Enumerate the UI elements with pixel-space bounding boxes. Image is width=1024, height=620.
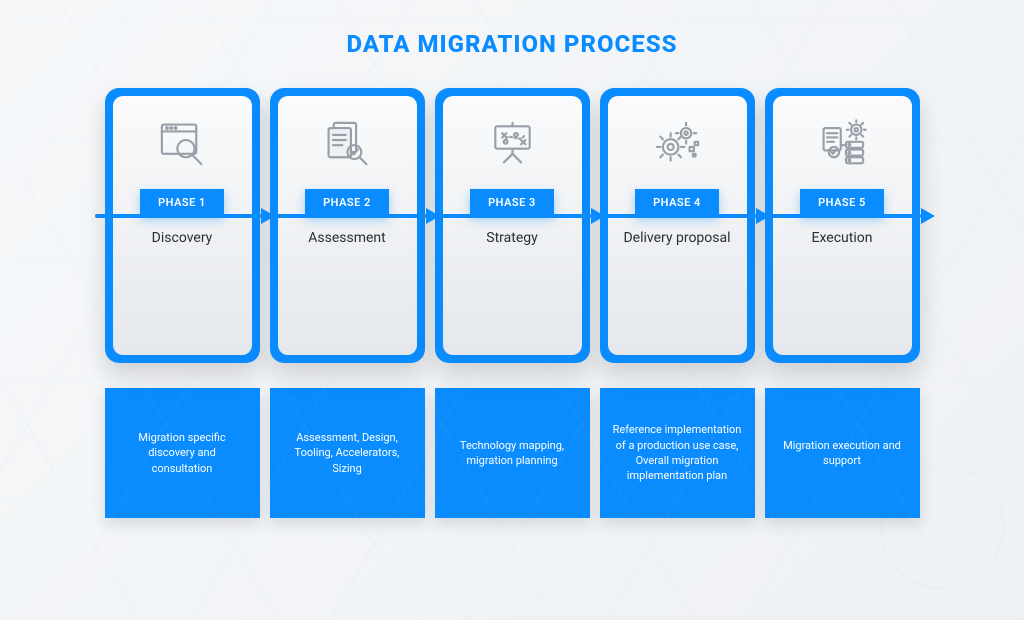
phase-card-5: PHASE 5 Execution (765, 88, 920, 363)
descriptions-row: Migration specific discovery and consult… (0, 388, 1024, 518)
phase-name: Strategy (486, 230, 537, 248)
diagram-title: DATA MIGRATION PROCESS (0, 0, 1024, 58)
document-check-icon (320, 116, 375, 171)
phase-name: Delivery proposal (623, 230, 730, 248)
phase-card-4: PHASE 4 Delivery proposal (600, 88, 755, 363)
phase-badge: PHASE 2 (305, 189, 389, 216)
phase-name: Execution (812, 230, 873, 248)
phase-card-2: PHASE 2 Assessment (270, 88, 425, 363)
gears-icon (650, 116, 705, 171)
strategy-board-icon (485, 116, 540, 171)
phase-name: Assessment (308, 230, 385, 248)
phase-description: Assessment, Design, Tooling, Accelerator… (270, 388, 425, 518)
phase-card-3: PHASE 3 Strategy (435, 88, 590, 363)
phase-badge: PHASE 3 (470, 189, 554, 216)
phase-badge: PHASE 4 (635, 189, 719, 216)
execution-stack-icon (815, 116, 870, 171)
phase-badge: PHASE 5 (800, 189, 884, 216)
phase-description: Technology mapping, migration planning (435, 388, 590, 518)
browser-magnify-icon (155, 116, 210, 171)
phase-description: Migration execution and support (765, 388, 920, 518)
phase-badge: PHASE 1 (140, 189, 224, 216)
phase-name: Discovery (152, 230, 213, 248)
phase-description: Reference implementation of a production… (600, 388, 755, 518)
phase-description: Migration specific discovery and consult… (105, 388, 260, 518)
phases-row: PHASE 1 Discovery PHASE 2 Assessment (0, 88, 1024, 363)
phase-card-1: PHASE 1 Discovery (105, 88, 260, 363)
